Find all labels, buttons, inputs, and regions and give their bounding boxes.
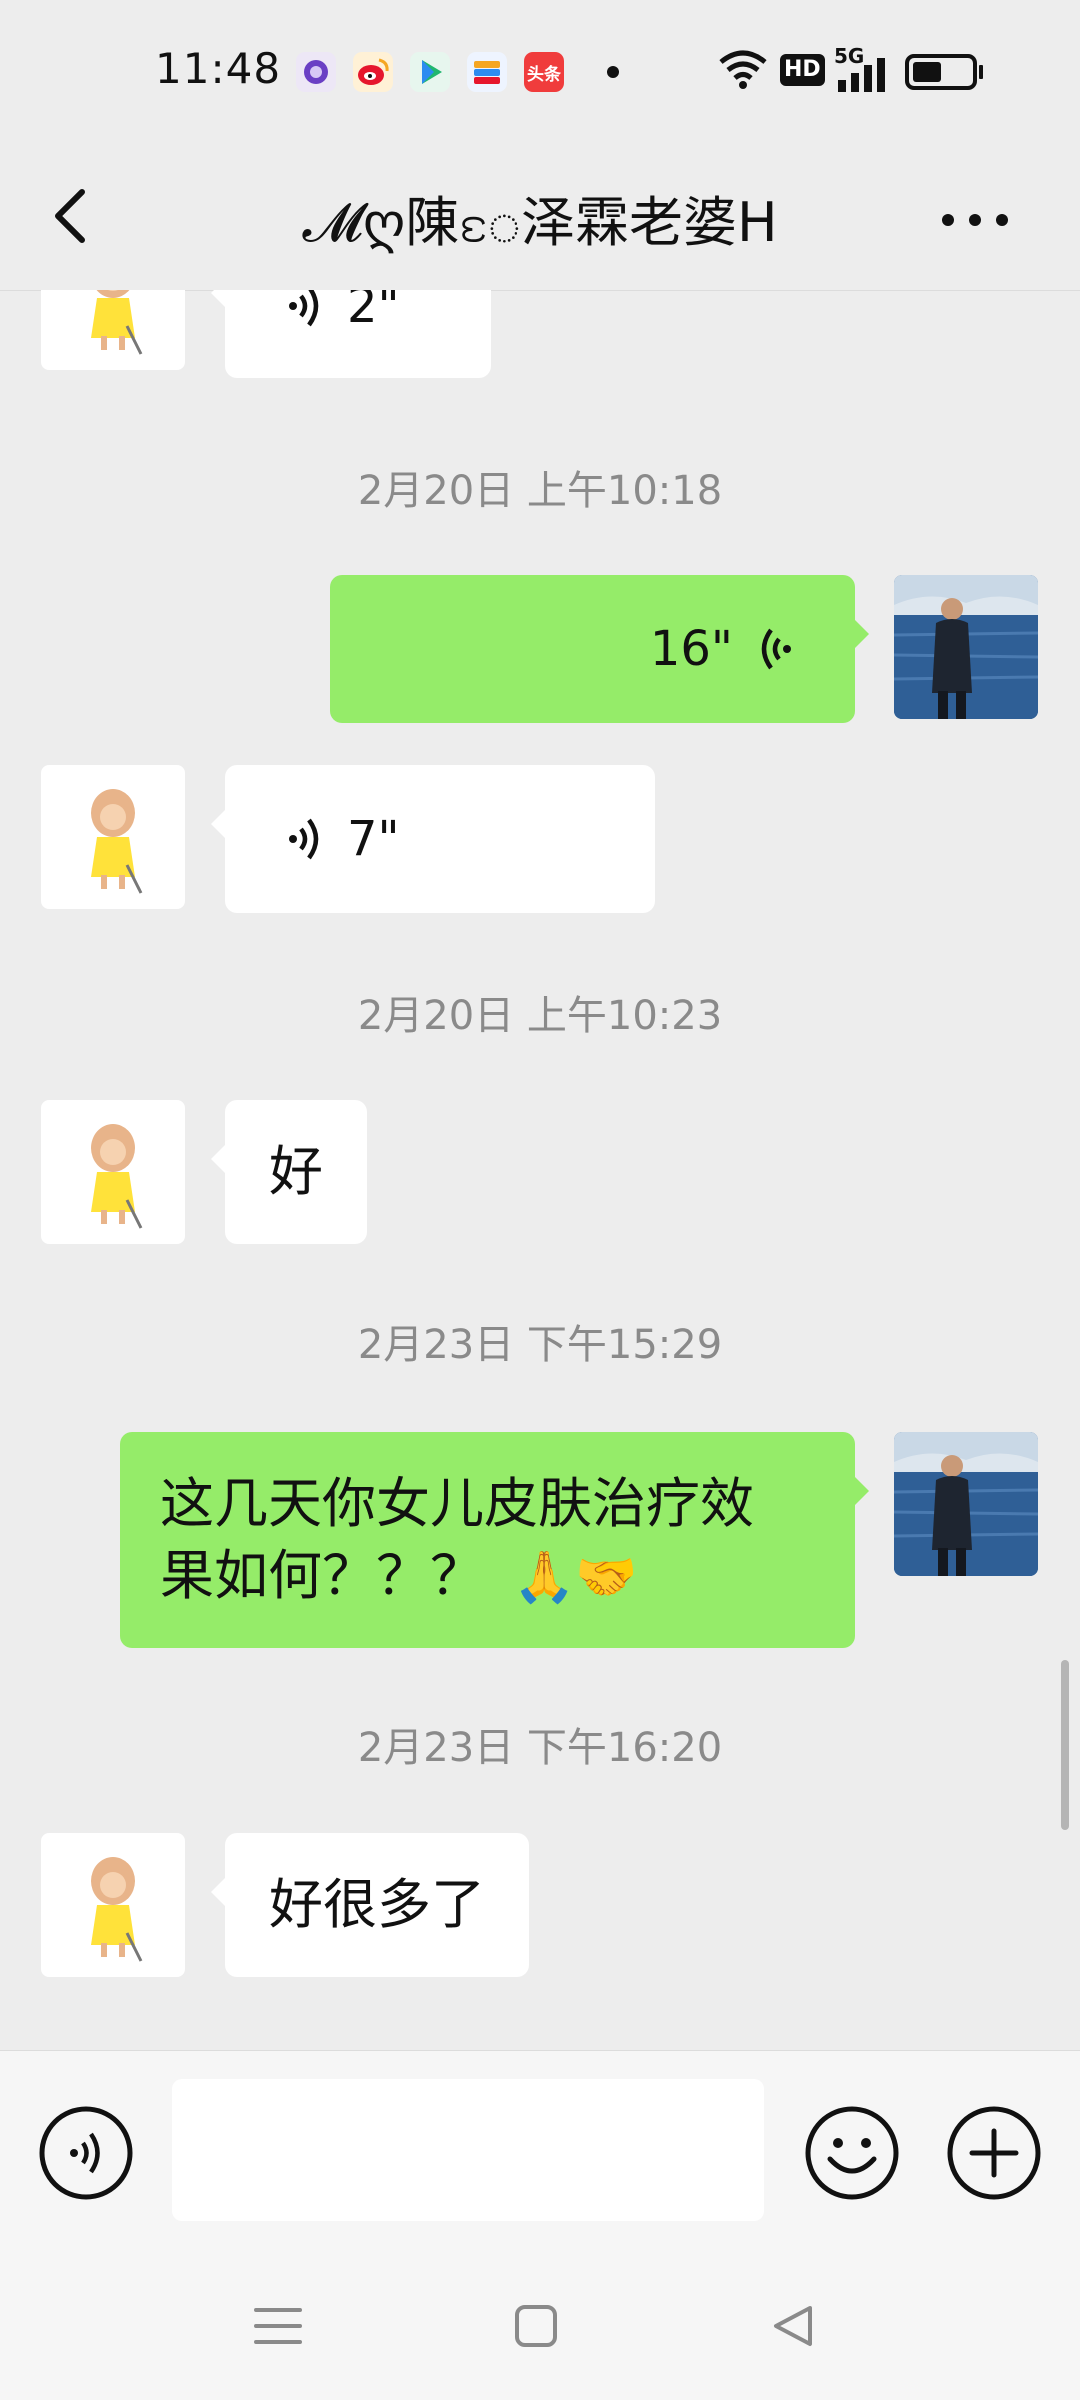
plus-circle-icon bbox=[947, 2106, 1041, 2200]
weibo-icon bbox=[353, 52, 393, 92]
voice-message-bubble[interactable]: 7" bbox=[211, 765, 655, 913]
text-message-bubble[interactable]: 好很多了 bbox=[211, 1833, 529, 1977]
voice-duration: 16" bbox=[649, 621, 733, 677]
scrollbar[interactable] bbox=[1061, 1660, 1069, 1830]
recent-apps-button[interactable] bbox=[248, 2296, 308, 2356]
cartoon-girl-avatar bbox=[91, 1124, 143, 1229]
voice-message-bubble[interactable]: 16" bbox=[330, 575, 869, 723]
wallet-app-icon bbox=[467, 52, 507, 92]
chat-title: 𝓜ღ陳ႄ泽霖老婆H bbox=[302, 191, 778, 254]
home-square-icon bbox=[515, 2305, 557, 2347]
chat-header: 𝓜ღ陳ႄ泽霖老婆H bbox=[0, 140, 1080, 291]
text-message-bubble[interactable]: 这几天你女儿皮肤治疗效 果如何？？？ 🙏🤝 bbox=[120, 1432, 869, 1648]
voice-mode-button[interactable] bbox=[38, 2105, 134, 2201]
hd-badge: HD bbox=[780, 54, 825, 86]
system-back-button[interactable] bbox=[764, 2296, 824, 2356]
contact-avatar[interactable] bbox=[41, 765, 185, 909]
my-avatar[interactable] bbox=[894, 1432, 1038, 1576]
system-navigation-bar bbox=[0, 2250, 1080, 2400]
status-time: 11:48 bbox=[155, 44, 282, 93]
cartoon-girl-avatar bbox=[91, 789, 143, 894]
voice-mode-icon bbox=[39, 2106, 133, 2200]
video-app-icon bbox=[410, 52, 450, 92]
notification-dot bbox=[607, 66, 619, 78]
more-dots-icon bbox=[942, 214, 1008, 226]
message-timestamp: 2月20日 上午10:23 bbox=[357, 993, 723, 1039]
message-text-line: 这几天你女儿皮肤治疗效 bbox=[160, 1472, 754, 1535]
text-message-bubble[interactable]: 好 bbox=[211, 1100, 367, 1244]
message-text: 好 bbox=[269, 1140, 323, 1203]
wifi-icon bbox=[718, 48, 768, 96]
contact-avatar[interactable] bbox=[41, 290, 185, 370]
input-bar bbox=[0, 2050, 1080, 2251]
man-by-lake-photo bbox=[894, 1432, 1038, 1576]
cartoon-girl-avatar bbox=[91, 290, 143, 355]
back-triangle-icon bbox=[774, 2306, 812, 2346]
voice-duration: 2" bbox=[347, 290, 400, 334]
pray-handshake-emoji: 🙏🤝 bbox=[513, 1548, 638, 1606]
more-button[interactable] bbox=[930, 180, 1020, 260]
message-text: 好很多了 bbox=[269, 1873, 485, 1936]
message-timestamp: 2月23日 下午16:20 bbox=[357, 1725, 723, 1771]
message-text-line: 果如何？？？ bbox=[160, 1544, 484, 1607]
more-functions-button[interactable] bbox=[946, 2105, 1042, 2201]
voice-wave-icon bbox=[289, 290, 319, 327]
emoji-smile-icon bbox=[805, 2106, 899, 2200]
message-timestamp: 2月23日 下午15:29 bbox=[357, 1322, 723, 1368]
battery-icon bbox=[905, 54, 985, 94]
voice-message-bubble[interactable]: 2" bbox=[211, 290, 491, 378]
menu-lines-icon bbox=[254, 2308, 302, 2344]
cartoon-girl-avatar bbox=[91, 1857, 143, 1962]
back-button[interactable] bbox=[40, 170, 110, 260]
contact-avatar[interactable] bbox=[41, 1100, 185, 1244]
contact-avatar[interactable] bbox=[41, 1833, 185, 1977]
emoji-button[interactable] bbox=[804, 2105, 900, 2201]
voice-duration: 7" bbox=[347, 811, 400, 867]
chevron-left-icon bbox=[55, 189, 85, 243]
man-by-lake-photo bbox=[894, 575, 1038, 719]
message-list[interactable]: 2" 2月20日 上午10:18 16" 7" 2月20日 上午10:23 好 … bbox=[0, 290, 1080, 2050]
toutiao-icon: 头条 bbox=[524, 52, 564, 92]
message-input[interactable] bbox=[172, 2079, 764, 2221]
podcast-app-icon bbox=[296, 52, 336, 92]
signal-icon bbox=[838, 58, 890, 96]
toutiao-label: 头条 bbox=[527, 64, 561, 85]
voice-wave-icon bbox=[289, 818, 319, 860]
message-timestamp: 2月20日 上午10:18 bbox=[357, 468, 723, 514]
status-bar: 11:48 头条 HD 5G bbox=[0, 0, 1080, 140]
home-button[interactable] bbox=[506, 2296, 566, 2356]
voice-wave-icon bbox=[761, 628, 791, 670]
my-avatar[interactable] bbox=[894, 575, 1038, 719]
